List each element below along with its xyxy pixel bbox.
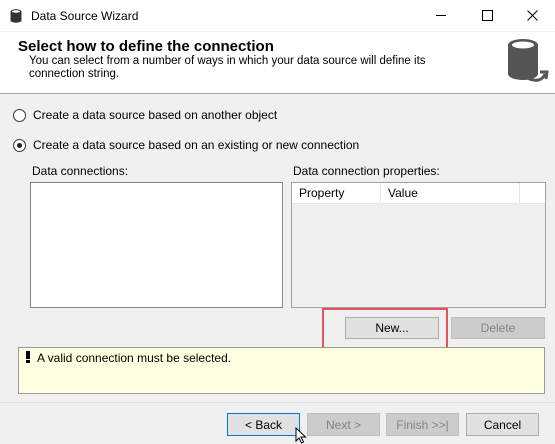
delete-connection-button[interactable]: Delete	[451, 317, 545, 339]
radio-button[interactable]	[13, 108, 26, 122]
option-label: Create a data source based on another ob…	[33, 108, 278, 122]
database-icon	[10, 9, 22, 23]
properties-grid[interactable]: Property Value	[291, 182, 546, 308]
cancel-button[interactable]: Cancel	[466, 413, 539, 436]
close-icon	[526, 10, 538, 21]
warning-icon	[26, 351, 30, 363]
footer-divider	[0, 402, 555, 403]
validation-message: A valid connection must be selected.	[18, 347, 545, 394]
database-arrow-icon	[508, 39, 549, 82]
page-description: You can select from a number of ways in …	[29, 55, 426, 80]
option-label: Create a data source based on an existin…	[33, 138, 360, 152]
radio-button-selected[interactable]	[13, 138, 26, 152]
page-title: Select how to define the connection	[18, 38, 274, 55]
highlight-box	[322, 308, 448, 349]
next-button[interactable]: Next >	[307, 413, 380, 436]
maximize-button[interactable]	[464, 0, 510, 31]
column-header-value[interactable]: Value	[381, 183, 520, 203]
maximize-icon	[481, 10, 493, 21]
data-connections-list[interactable]	[30, 182, 283, 308]
option-existing-connection[interactable]: Create a data source based on an existin…	[13, 138, 359, 152]
mouse-cursor-icon	[295, 427, 307, 444]
wizard-header: Select how to define the connection You …	[0, 31, 555, 94]
properties-grid-header: Property Value	[292, 183, 545, 204]
close-button[interactable]	[509, 0, 555, 31]
minimize-icon	[435, 15, 446, 16]
option-another-object[interactable]: Create a data source based on another ob…	[13, 108, 277, 122]
data-connections-label: Data connections:	[32, 164, 129, 178]
finish-button[interactable]: Finish >>|	[386, 413, 459, 436]
message-text: A valid connection must be selected.	[37, 351, 232, 365]
properties-label: Data connection properties:	[293, 164, 440, 178]
header-divider	[0, 93, 555, 94]
column-header-property[interactable]: Property	[292, 183, 381, 203]
window-title: Data Source Wizard	[31, 9, 139, 23]
back-button[interactable]: < Back	[227, 413, 300, 436]
minimize-button[interactable]	[418, 0, 464, 31]
title-bar: Data Source Wizard	[0, 0, 555, 31]
